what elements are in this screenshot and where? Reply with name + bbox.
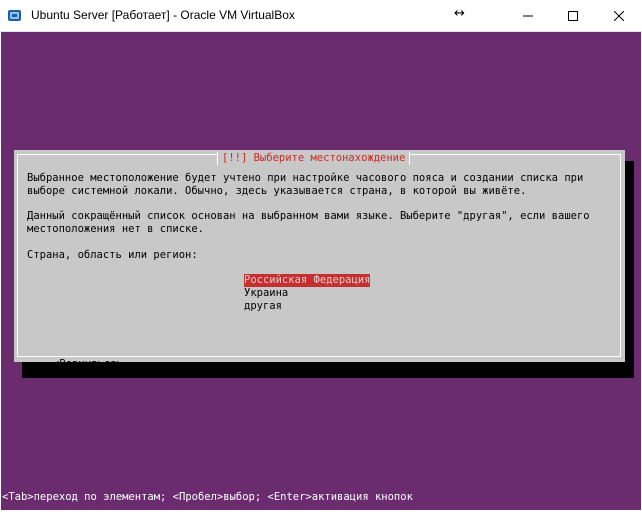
maximize-icon	[568, 10, 578, 21]
option-other[interactable]: другая	[244, 300, 282, 313]
option-russia[interactable]: Российская Федерация	[244, 274, 371, 287]
window-titlebar[interactable]: Ubuntu Server [Работает] - Oracle VM Vir…	[0, 0, 642, 32]
location-dialog: [!!] Выберите местонахождение Выбранное …	[14, 150, 625, 370]
virtualbox-icon	[7, 8, 22, 23]
description-line: выборе системной локали. Обычно, здесь у…	[27, 185, 527, 197]
vm-screen[interactable]: [!!] Выберите местонахождение Выбранное …	[1, 32, 641, 510]
country-prompt: Страна, область или регион:	[27, 249, 198, 261]
description-line: местоположения нет в списке.	[27, 223, 205, 235]
minimize-button[interactable]	[505, 0, 551, 31]
maximize-button[interactable]	[550, 0, 596, 31]
option-ukraine[interactable]: Украина	[244, 287, 288, 300]
back-button[interactable]: <Вернуться>	[53, 358, 123, 371]
window-title: Ubuntu Server [Работает] - Oracle VM Vir…	[31, 8, 295, 22]
close-icon	[614, 10, 624, 21]
description-line: Выбранное местоположение будет учтено пр…	[27, 172, 584, 184]
description-line: Данный сокращённый список основан на выб…	[27, 210, 590, 222]
resize-arrows-icon: ↔	[454, 6, 465, 21]
dialog-title: [!!] Выберите местонахождение	[217, 152, 411, 165]
minimize-icon	[523, 15, 533, 16]
close-button[interactable]	[596, 0, 642, 31]
key-help-statusbar: <Tab>переход по элементам; <Пробел>выбор…	[2, 491, 413, 503]
